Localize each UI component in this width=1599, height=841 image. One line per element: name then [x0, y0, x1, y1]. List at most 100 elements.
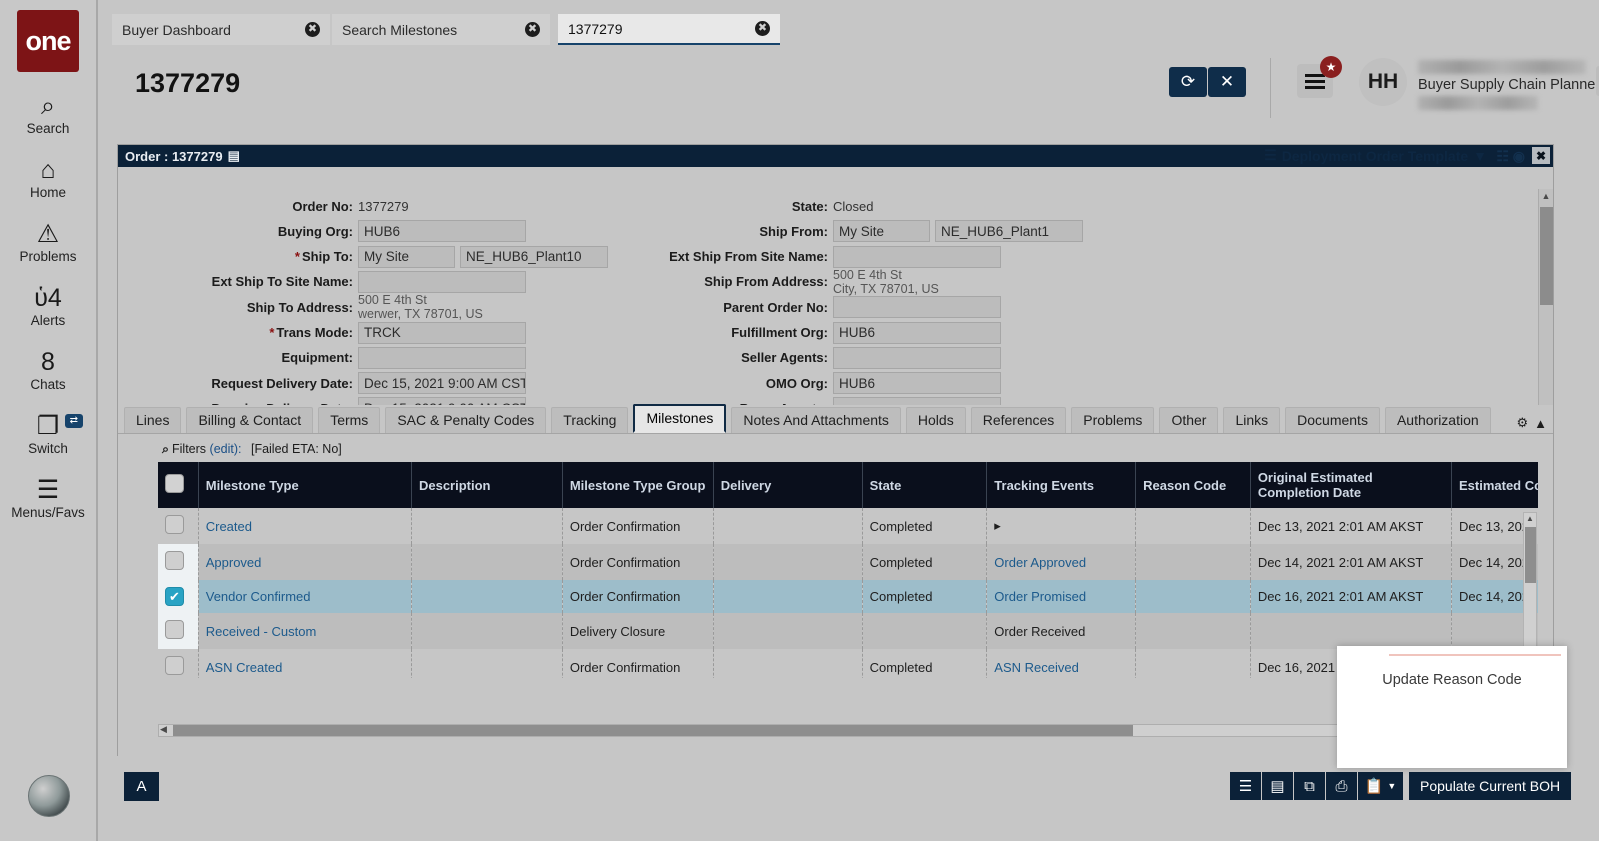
tab-milestones[interactable]: Milestones	[633, 404, 726, 433]
column-header[interactable]: Delivery	[713, 462, 862, 508]
tab-billing-contact[interactable]: Billing & Contact	[186, 407, 313, 433]
cell-tracking[interactable]: Order Promised	[987, 580, 1136, 613]
header-close-button[interactable]: ✕	[1208, 67, 1246, 97]
table-row[interactable]: ✔Vendor ConfirmedOrder ConfirmationCompl…	[158, 580, 1538, 613]
cell-milestone-type[interactable]: ASN Created	[198, 649, 411, 678]
menu-item-update-reason-code[interactable]: Update Reason Code	[1337, 672, 1567, 688]
browser-tab-0[interactable]: Buyer Dashboard✖	[112, 14, 330, 45]
cell-delivery[interactable]	[713, 508, 862, 544]
field-input[interactable]: My Site	[833, 220, 930, 242]
browser-tab-1[interactable]: Search Milestones✖	[332, 14, 550, 45]
close-icon[interactable]: ✖	[525, 22, 540, 37]
field-input[interactable]: Dec 15, 2021 9:00 AM CST	[358, 372, 526, 394]
sidebar-item-search[interactable]: ⌕Search	[0, 92, 97, 136]
avatar[interactable]: HH	[1359, 58, 1407, 106]
clipboard-actions-icon[interactable]: 📋▼	[1358, 772, 1403, 800]
row-select-cell[interactable]: ✔	[158, 580, 198, 613]
grid-scroll-thumb[interactable]	[1525, 527, 1536, 583]
sidebar-item-problems[interactable]: ⚠Problems	[0, 220, 97, 264]
field-input[interactable]: HUB6	[833, 322, 1001, 344]
tab-references[interactable]: References	[971, 407, 1067, 433]
browser-tab-2[interactable]: 1377279✖	[558, 14, 780, 45]
row-checkbox[interactable]	[165, 656, 184, 675]
filters-edit-link[interactable]: (edit):	[210, 442, 242, 456]
table-row[interactable]: ASN CreatedOrder ConfirmationCompletedAS…	[158, 649, 1538, 678]
one-logo[interactable]: one	[17, 10, 79, 72]
tab-tracking[interactable]: Tracking	[551, 407, 628, 433]
cell-tracking[interactable]: Order Approved	[987, 544, 1136, 580]
cell-milestone-type[interactable]: Approved	[198, 544, 411, 580]
row-select-cell[interactable]	[158, 508, 198, 544]
sidebar-item-home[interactable]: ⌂Home	[0, 156, 97, 200]
field-input[interactable]	[358, 347, 526, 369]
tab-problems[interactable]: Problems	[1071, 407, 1154, 433]
deployment-order-template-selector[interactable]: ☰ Deployment Order Template ▼	[1264, 147, 1487, 164]
field-input[interactable]	[833, 347, 1001, 369]
row-checkbox[interactable]	[165, 620, 184, 639]
field-input[interactable]	[833, 246, 1001, 268]
collapse-icon[interactable]: ▲	[1534, 416, 1547, 431]
tab-holds[interactable]: Holds	[906, 407, 966, 433]
sidebar-item-alerts[interactable]: ὑ4Alerts	[0, 284, 97, 328]
sidebar-item-switch[interactable]: ❐Switch⇄	[0, 412, 97, 456]
field-input-secondary[interactable]: NE_HUB6_Plant1	[935, 220, 1083, 242]
field-input-secondary[interactable]: NE_HUB6_Plant10	[460, 246, 608, 268]
column-header[interactable]: State	[862, 462, 987, 508]
row-select-cell[interactable]	[158, 649, 198, 678]
row-checkbox[interactable]	[165, 551, 184, 570]
copy-icon[interactable]: ⧉	[1294, 772, 1325, 800]
field-input[interactable]: My Site	[358, 246, 455, 268]
grid-horizontal-scrollbar[interactable]: ◀	[158, 724, 1481, 737]
row-select-cell[interactable]	[158, 544, 198, 580]
grid-scroll-left-icon[interactable]: ◀	[160, 724, 167, 735]
cell-delivery[interactable]	[713, 544, 862, 580]
cell-milestone-type[interactable]: Vendor Confirmed	[198, 580, 411, 613]
table-row[interactable]: ApprovedOrder ConfirmationCompletedOrder…	[158, 544, 1538, 580]
actions-dropdown-menu[interactable]: Update Reason Code	[1337, 646, 1567, 768]
cell-delivery[interactable]	[713, 613, 862, 649]
tab-sac-penalty-codes[interactable]: SAC & Penalty Codes	[385, 407, 546, 433]
field-input[interactable]: HUB6	[833, 372, 1001, 394]
grid-hscroll-thumb[interactable]	[173, 725, 1133, 736]
row-checkbox[interactable]: ✔	[165, 587, 184, 606]
column-header[interactable]: Description	[411, 462, 562, 508]
cell-delivery[interactable]	[713, 649, 862, 678]
panel-view-icons[interactable]: ☷ ◉	[1496, 148, 1525, 165]
table-row[interactable]: CreatedOrder ConfirmationCompleted▸Dec 1…	[158, 508, 1538, 544]
column-header[interactable]: Original Estimated Completion Date	[1250, 462, 1451, 508]
field-input[interactable]	[358, 271, 526, 293]
header-refresh-button[interactable]: ⟳	[1169, 67, 1207, 97]
print-icon[interactable]: ⎙	[1326, 772, 1357, 800]
notification-star-icon[interactable]: ★	[1320, 56, 1342, 78]
field-input[interactable]: HUB6	[358, 220, 526, 242]
cell-delivery[interactable]	[713, 580, 862, 613]
column-header[interactable]: Estimated Completio	[1451, 462, 1538, 508]
panel-close-button[interactable]: ✖	[1532, 147, 1550, 164]
tab-terms[interactable]: Terms	[318, 407, 380, 433]
populate-current-boh-button[interactable]: Populate Current BOH	[1409, 772, 1571, 800]
rail-avatar-icon[interactable]	[28, 775, 70, 817]
tab-notes-and-attachments[interactable]: Notes And Attachments	[731, 407, 901, 433]
select-all-checkbox[interactable]	[165, 474, 184, 493]
scroll-thumb[interactable]	[1540, 207, 1553, 305]
chat-icon[interactable]: ὞A	[124, 772, 159, 801]
tab-authorization[interactable]: Authorization	[1385, 407, 1491, 433]
field-input[interactable]	[833, 296, 1001, 318]
table-row[interactable]: Received - CustomDelivery ClosureOrder R…	[158, 613, 1538, 649]
tab-documents[interactable]: Documents	[1285, 407, 1380, 433]
cell-milestone-type[interactable]: Received - Custom	[198, 613, 411, 649]
close-icon[interactable]: ✖	[755, 21, 770, 36]
cell-milestone-type[interactable]: Created	[198, 508, 411, 544]
tab-links[interactable]: Links	[1223, 407, 1280, 433]
switch-badge-icon[interactable]: ⇄	[65, 414, 83, 428]
audit-log-icon[interactable]: ☰	[1230, 772, 1261, 800]
row-select-cell[interactable]	[158, 613, 198, 649]
grid-settings-icon[interactable]: ⚙	[1516, 415, 1528, 431]
form-vertical-scrollbar[interactable]: ▲ ▼	[1538, 189, 1553, 405]
sidebar-item-menus-favs[interactable]: ☰Menus/Favs	[0, 476, 97, 520]
column-header[interactable]: Tracking Events	[987, 462, 1136, 508]
row-checkbox[interactable]	[165, 515, 184, 534]
scroll-up-icon[interactable]: ▲	[1539, 189, 1553, 203]
field-input[interactable]: TRCK	[358, 322, 526, 344]
cell-tracking[interactable]: ASN Received	[987, 649, 1136, 678]
